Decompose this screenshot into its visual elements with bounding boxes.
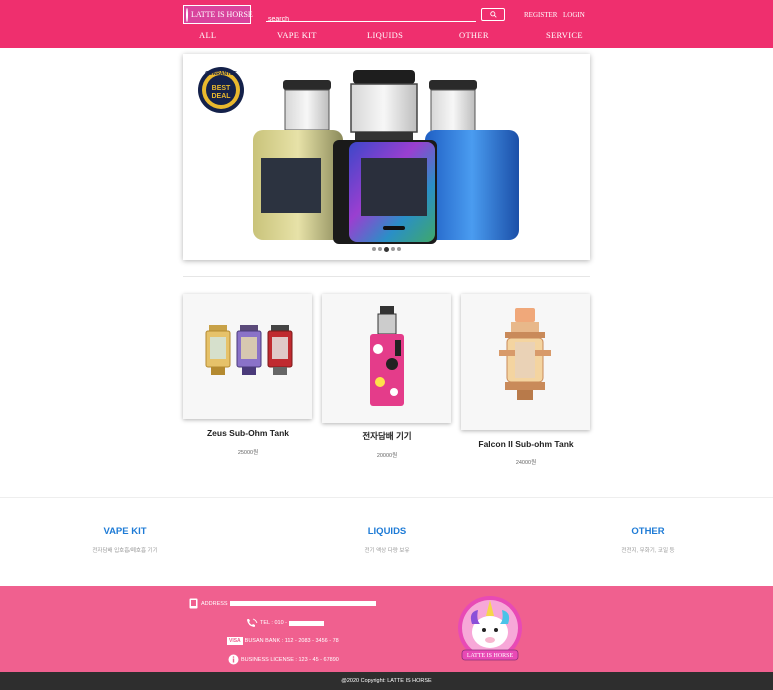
vape-kit-hero-image (253, 70, 519, 244)
svg-text:GUARANTEE: GUARANTEE (205, 71, 237, 77)
unicorn-mascot-logo: LATTE IS HORSE (458, 596, 522, 661)
hero-slider[interactable]: GUARANTEE BEST DEAL (183, 54, 590, 260)
falcon-tank-image (499, 308, 551, 400)
tel-redacted (289, 620, 325, 626)
nav-all[interactable]: ALL (199, 30, 216, 40)
best-deal-badge: GUARANTEE BEST DEAL (198, 67, 244, 113)
footer-address: ADDRESS (189, 598, 376, 609)
category-vape-kit[interactable]: VAPE KIT (45, 526, 205, 537)
bank-info: BUSAN BANK : 112 - 2083 - 3456 - 78 (244, 638, 339, 644)
vape-device-image (370, 306, 404, 406)
copyright-bar: @2020 Copyright: LATTE IS HORSE (0, 672, 773, 690)
zeus-tank-image (205, 325, 293, 375)
info-icon (228, 654, 239, 665)
footer-tel: TEL : 010 - (246, 618, 325, 628)
unicorn-logo-icon (186, 7, 188, 22)
category-desc: 전자담배 입호흡/폐호흡 기기 (92, 548, 158, 554)
slider-dot-1[interactable] (372, 247, 376, 251)
search-input[interactable] (266, 13, 476, 26)
product-price: 24000원 (515, 460, 537, 466)
product-name[interactable]: 전자담배 기기 (322, 430, 452, 442)
nav-service[interactable]: SERVICE (546, 30, 583, 40)
slider-dot-5[interactable] (397, 247, 401, 251)
address-redacted (229, 601, 376, 606)
slider-dot-4[interactable] (391, 247, 395, 251)
footer-bank: VISA BUSAN BANK : 112 - 2083 - 3456 - 78 (227, 637, 339, 645)
phone-call-icon (247, 618, 258, 627)
product-price: 20000원 (376, 453, 398, 459)
copyright-text: @2020 Copyright: LATTE IS HORSE (341, 678, 432, 684)
svg-text:LATTE IS HORSE: LATTE IS HORSE (467, 653, 514, 659)
phone-device-icon (189, 598, 198, 609)
section-separator (0, 497, 773, 498)
category-other[interactable]: OTHER (568, 526, 728, 537)
address-label: ADDRESS (201, 600, 228, 607)
slider-dot-2[interactable] (378, 247, 382, 251)
search-icon (489, 11, 497, 18)
search-button[interactable] (481, 8, 505, 21)
svg-text:DEAL: DEAL (211, 93, 231, 100)
slider-dots (372, 246, 401, 252)
nav-vape-kit[interactable]: VAPE KIT (277, 30, 317, 40)
category-liquids[interactable]: LIQUIDS (307, 526, 467, 537)
footer: ADDRESS TEL : 010 - VISA BUSAN BANK : 11… (0, 586, 773, 672)
slider-dot-3[interactable] (384, 246, 389, 252)
product-card-vape-device[interactable] (322, 294, 451, 423)
logo-text: LATTE IS HORSE (191, 10, 253, 19)
category-desc: 전기 액상 다량 보유 (364, 548, 410, 554)
visa-icon: VISA (227, 637, 243, 645)
footer-license: BUSINESS LICENSE : 123 - 45 - 67890 (228, 654, 339, 665)
page: LATTE IS HORSE REGISTER LOGIN ALL VAPE K… (0, 0, 773, 690)
product-price: 25000원 (237, 450, 259, 456)
product-card-falcon[interactable] (461, 294, 590, 430)
svg-text:BEST: BEST (212, 85, 231, 92)
product-name[interactable]: Zeus Sub-Ohm Tank (183, 428, 313, 438)
license-info: BUSINESS LICENSE : 123 - 45 - 67890 (241, 656, 339, 663)
top-header: LATTE IS HORSE REGISTER LOGIN ALL VAPE K… (0, 0, 773, 48)
category-desc: 전전지, 무화기, 코일 등 (621, 548, 675, 554)
register-link[interactable]: REGISTER (524, 11, 557, 19)
product-card-zeus[interactable] (183, 294, 312, 419)
search-bar (266, 8, 476, 26)
nav-liquids[interactable]: LIQUIDS (367, 30, 403, 40)
nav-other[interactable]: OTHER (459, 30, 489, 40)
product-name[interactable]: Falcon II Sub-ohm Tank (461, 439, 591, 449)
site-logo[interactable]: LATTE IS HORSE (183, 5, 253, 24)
section-divider (183, 276, 590, 277)
tel-label: TEL : 010 - (260, 620, 288, 626)
login-link[interactable]: LOGIN (563, 11, 585, 19)
